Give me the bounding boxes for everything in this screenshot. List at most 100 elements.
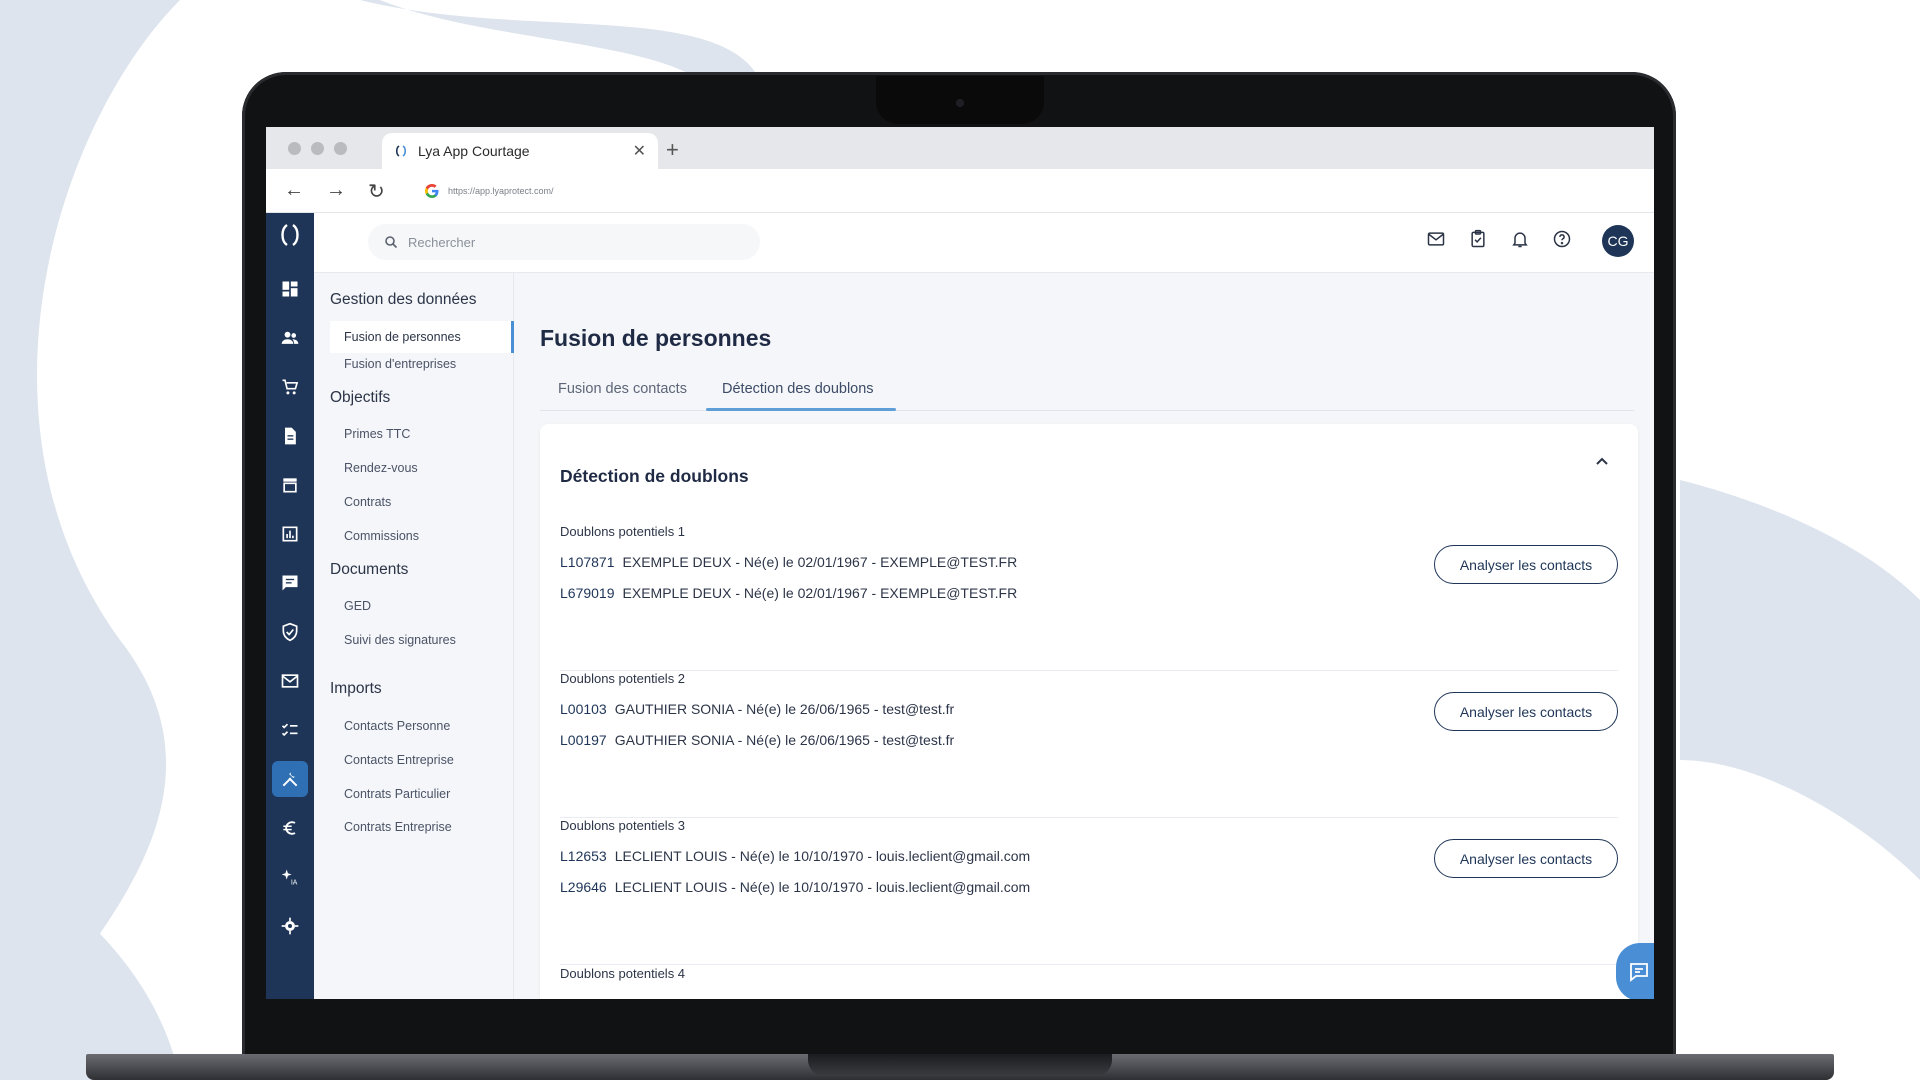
record-row: L00197 GAUTHIER SONIA - Né(e) le 26/06/19… bbox=[560, 732, 954, 748]
dashboard-icon[interactable] bbox=[272, 271, 308, 307]
document-icon[interactable] bbox=[272, 418, 308, 454]
record-text: EXEMPLE DEUX - Né(e) le 02/01/1967 - EXE… bbox=[622, 554, 1018, 570]
record-text: GAUTHIER SONIA - Né(e) le 26/06/1965 - t… bbox=[614, 701, 955, 717]
task-check-icon[interactable] bbox=[1468, 229, 1488, 254]
tab-close-icon[interactable]: ✕ bbox=[633, 141, 646, 161]
tools-icon[interactable] bbox=[272, 761, 308, 797]
record-code[interactable]: L00103 bbox=[560, 701, 607, 717]
tab-fusion-des-contacts[interactable]: Fusion des contacts bbox=[558, 381, 687, 397]
record-text: EXEMPLE DEUX - Né(e) le 02/01/1967 - EXE… bbox=[622, 585, 1018, 601]
record-code[interactable]: L00197 bbox=[560, 732, 607, 748]
chat-icon bbox=[1630, 963, 1648, 982]
subnav-item-contacts-personne[interactable]: Contacts Personne bbox=[344, 719, 450, 733]
window-maximize-dot[interactable] bbox=[334, 142, 347, 155]
avatar[interactable]: CG bbox=[1602, 225, 1634, 257]
record-row: L00103 GAUTHIER SONIA - Né(e) le 26/06/19… bbox=[560, 701, 954, 717]
people-icon[interactable] bbox=[272, 320, 308, 356]
topbar-actions: CG bbox=[1426, 225, 1634, 257]
message-icon[interactable] bbox=[272, 565, 308, 601]
record-text: LECLIENT LOUIS - Né(e) le 10/10/1970 - l… bbox=[614, 879, 1031, 895]
mail-icon[interactable] bbox=[1426, 229, 1446, 254]
duplicate-group-2: Doublons potentiels 2 L00103 GAUTHIER SON… bbox=[560, 671, 1618, 818]
subnav-item-commissions[interactable]: Commissions bbox=[344, 529, 419, 543]
euro-icon[interactable] bbox=[272, 810, 308, 846]
new-tab-icon[interactable]: + bbox=[666, 137, 679, 163]
browser-address-bar: ← → ↻ https://app.lyaprotect.com/ bbox=[266, 169, 1654, 213]
search-icon bbox=[385, 236, 398, 249]
subnav-item-ged[interactable]: GED bbox=[344, 599, 371, 613]
chevron-up-icon[interactable] bbox=[1594, 454, 1610, 470]
group-label: Doublons potentiels 2 bbox=[560, 671, 686, 686]
reload-icon[interactable]: ↻ bbox=[368, 179, 385, 204]
analyze-contacts-button[interactable]: Analyser les contacts bbox=[1434, 839, 1618, 878]
store-icon[interactable] bbox=[272, 467, 308, 503]
secondary-nav: Gestion des données Fusion de personnes … bbox=[314, 273, 514, 999]
mail-icon[interactable] bbox=[272, 663, 308, 699]
section-imports: Imports bbox=[330, 680, 382, 697]
subnav-item-contrats[interactable]: Contrats bbox=[344, 495, 391, 509]
tabs: Fusion des contacts Détection des doublo… bbox=[540, 375, 1634, 411]
url-field[interactable]: https://app.lyaprotect.com/ bbox=[414, 175, 1642, 207]
record-row: L12653 LECLIENT LOUIS - Né(e) le 10/10/19… bbox=[560, 848, 1030, 864]
main-content: Fusion de personnes Fusion des contacts … bbox=[514, 273, 1654, 999]
window-close-dot[interactable] bbox=[288, 142, 301, 155]
section-objectifs: Objectifs bbox=[330, 389, 391, 406]
app-favicon-icon bbox=[395, 145, 407, 157]
card-title: Détection de doublons bbox=[560, 466, 749, 486]
subnav-item-contrats-particulier[interactable]: Contrats Particulier bbox=[344, 787, 450, 801]
record-code[interactable]: L29646 bbox=[560, 879, 607, 895]
bell-icon[interactable] bbox=[1510, 229, 1530, 254]
subnav-item-suivi-des-signatures[interactable]: Suivi des signatures bbox=[344, 633, 456, 647]
google-icon bbox=[425, 184, 439, 198]
record-code[interactable]: L107871 bbox=[560, 554, 615, 570]
icon-rail: IA bbox=[266, 213, 314, 999]
record-code[interactable]: L679019 bbox=[560, 585, 615, 601]
record-code[interactable]: L12653 bbox=[560, 848, 607, 864]
settings-icon[interactable] bbox=[272, 908, 308, 944]
back-icon[interactable]: ← bbox=[284, 179, 304, 202]
record-text: LECLIENT LOUIS - Né(e) le 10/10/1970 - l… bbox=[614, 848, 1031, 864]
active-tab-indicator bbox=[706, 408, 896, 411]
ai-sparkle-icon[interactable]: IA bbox=[272, 859, 308, 895]
group-label: Doublons potentiels 1 bbox=[560, 524, 686, 539]
section-gestion-des-donnees: Gestion des données bbox=[330, 291, 477, 308]
analyze-contacts-button[interactable]: Analyser les contacts bbox=[1434, 692, 1618, 731]
chat-button[interactable] bbox=[1616, 943, 1654, 999]
search-input[interactable]: Rechercher bbox=[368, 224, 760, 260]
subnav-item-primes-ttc[interactable]: Primes TTC bbox=[344, 427, 410, 441]
app-topbar: Rechercher CG bbox=[314, 213, 1654, 273]
record-text: GAUTHIER SONIA - Né(e) le 26/06/1965 - t… bbox=[614, 732, 955, 748]
chart-icon[interactable] bbox=[272, 516, 308, 552]
record-row: L679019 EXEMPLE DEUX - Né(e) le 02/01/196… bbox=[560, 585, 1017, 601]
subnav-item-fusion-de-personnes[interactable]: Fusion de personnes bbox=[330, 321, 514, 353]
group-label: Doublons potentiels 4 bbox=[560, 966, 686, 981]
search-placeholder: Rechercher bbox=[408, 234, 476, 250]
section-documents: Documents bbox=[330, 561, 409, 578]
subnav-item-fusion-d-entreprises[interactable]: Fusion d'entreprises bbox=[344, 357, 456, 371]
forward-icon[interactable]: → bbox=[326, 179, 346, 202]
group-label: Doublons potentiels 3 bbox=[560, 818, 686, 833]
duplicate-group-1: Doublons potentiels 1 L107871 EXEMPLE DEU… bbox=[560, 524, 1618, 671]
subnav-item-contacts-entreprise[interactable]: Contacts Entreprise bbox=[344, 753, 454, 767]
camera-icon bbox=[956, 99, 964, 107]
cart-icon[interactable] bbox=[272, 369, 308, 405]
duplicates-card: Détection de doublons Doublons potentiel… bbox=[540, 424, 1638, 999]
laptop-base-notch bbox=[808, 1054, 1112, 1076]
checklist-icon[interactable] bbox=[272, 712, 308, 748]
page-title: Fusion de personnes bbox=[540, 325, 772, 351]
tab-title: Lya App Courtage bbox=[418, 143, 530, 159]
help-icon[interactable] bbox=[1552, 229, 1572, 254]
record-row: L107871 EXEMPLE DEUX - Né(e) le 02/01/196… bbox=[560, 554, 1017, 570]
subnav-item-rendez-vous[interactable]: Rendez-vous bbox=[344, 461, 418, 475]
browser-tabbar: Lya App Courtage ✕ + bbox=[266, 127, 1654, 169]
lya-logo-icon[interactable] bbox=[276, 221, 304, 249]
duplicate-group-3: Doublons potentiels 3 L12653 LECLIENT LOU… bbox=[560, 818, 1618, 965]
screen: Lya App Courtage ✕ + ← → ↻ https://app.l… bbox=[266, 127, 1654, 999]
subnav-item-contrats-entreprise[interactable]: Contrats Entreprise bbox=[344, 820, 452, 834]
shield-icon[interactable] bbox=[272, 614, 308, 650]
tab-detection-des-doublons[interactable]: Détection des doublons bbox=[722, 381, 874, 397]
window-minimize-dot[interactable] bbox=[311, 142, 324, 155]
analyze-contacts-button[interactable]: Analyser les contacts bbox=[1434, 545, 1618, 584]
browser-tab[interactable]: Lya App Courtage ✕ bbox=[382, 133, 658, 169]
record-row: L29646 LECLIENT LOUIS - Né(e) le 10/10/19… bbox=[560, 879, 1030, 895]
